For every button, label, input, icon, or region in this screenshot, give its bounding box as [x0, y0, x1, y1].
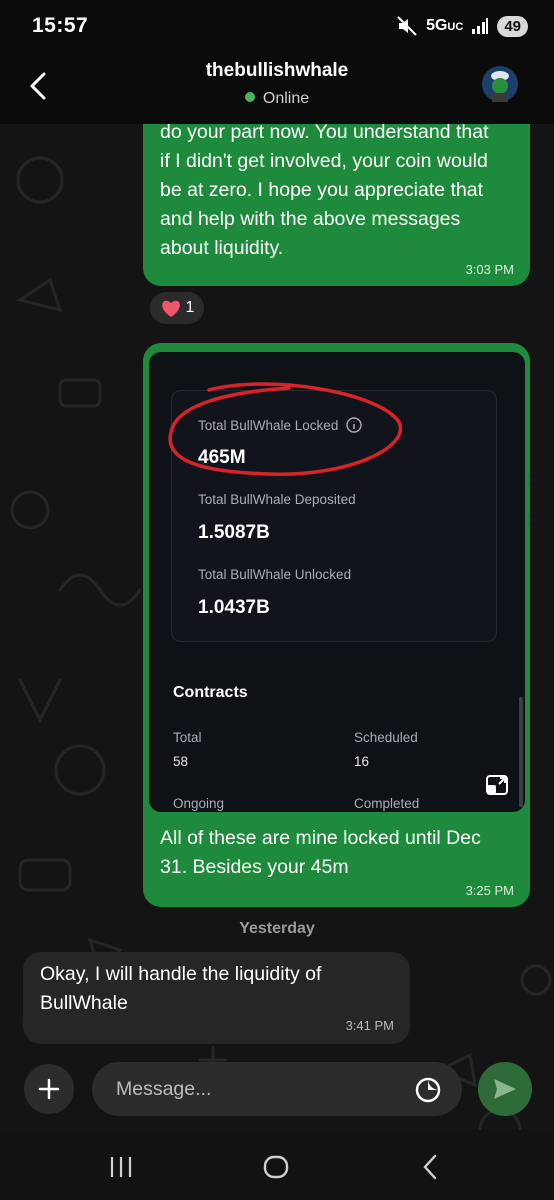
message-text: All of these are mine locked until Dec 3…: [160, 827, 481, 878]
message-input[interactable]: [92, 1062, 462, 1116]
header-overlay: thebullishwhale Online: [0, 52, 554, 124]
contract-label: Scheduled: [354, 730, 418, 745]
expand-image-icon[interactable]: [485, 772, 511, 798]
message-text: do your part now. You understand that if…: [160, 121, 489, 259]
annotation-circle: [168, 382, 403, 476]
message-time: 3:03 PM: [465, 262, 514, 277]
date-separator: Yesterday: [239, 920, 315, 937]
system-nav-bar: [0, 1130, 554, 1200]
status-bar: 15:57 5GUC 49: [0, 0, 554, 52]
plus-icon: [38, 1078, 60, 1100]
signal-icon: [472, 18, 489, 34]
stat-label: Total BullWhale Unlocked: [198, 567, 352, 582]
back-nav-icon[interactable]: [416, 1152, 446, 1182]
battery-level: 49: [497, 15, 528, 37]
recent-apps-icon[interactable]: [106, 1152, 136, 1182]
message-time: 3:25 PM: [465, 883, 514, 898]
online-dot-icon: [244, 92, 255, 102]
status-icons: 5GUC 49: [396, 15, 528, 37]
message-bubble-incoming[interactable]: Okay, I will handle the liquidity of Bul…: [23, 952, 410, 1044]
message-bubble-outgoing[interactable]: do your part now. You understand that if…: [143, 100, 530, 286]
contract-value: 58: [173, 754, 189, 769]
contract-label: Ongoing: [173, 796, 225, 811]
contracts-title: Contracts: [173, 684, 248, 701]
presence-status-overlay: Online: [0, 90, 554, 108]
contract-value: 16: [354, 754, 370, 769]
sticker-icon[interactable]: [414, 1076, 442, 1104]
send-button[interactable]: [478, 1062, 532, 1116]
network-type: 5GUC: [426, 17, 464, 34]
send-icon: [494, 1079, 516, 1099]
heart-icon: [161, 300, 180, 317]
message-text: Okay, I will handle the liquidity of Bul…: [40, 963, 322, 1014]
stat-value: 1.0437B: [198, 597, 270, 618]
contract-label: Total: [173, 730, 202, 745]
avatar-overlay[interactable]: [482, 66, 518, 102]
image-scrollbar: [519, 697, 523, 807]
attached-image[interactable]: Total BullWhale Locked 465M Total BullWh…: [149, 352, 525, 812]
attach-button[interactable]: [24, 1064, 74, 1114]
message-time: 3:41 PM: [345, 1018, 394, 1033]
status-time: 15:57: [32, 14, 89, 37]
mute-icon: [397, 16, 417, 36]
reaction-badge[interactable]: 1: [150, 292, 204, 324]
contract-label: Completed: [354, 796, 420, 811]
contact-name-overlay[interactable]: thebullishwhale: [0, 60, 554, 82]
reaction-count: 1: [185, 299, 195, 316]
home-icon[interactable]: [261, 1152, 291, 1182]
